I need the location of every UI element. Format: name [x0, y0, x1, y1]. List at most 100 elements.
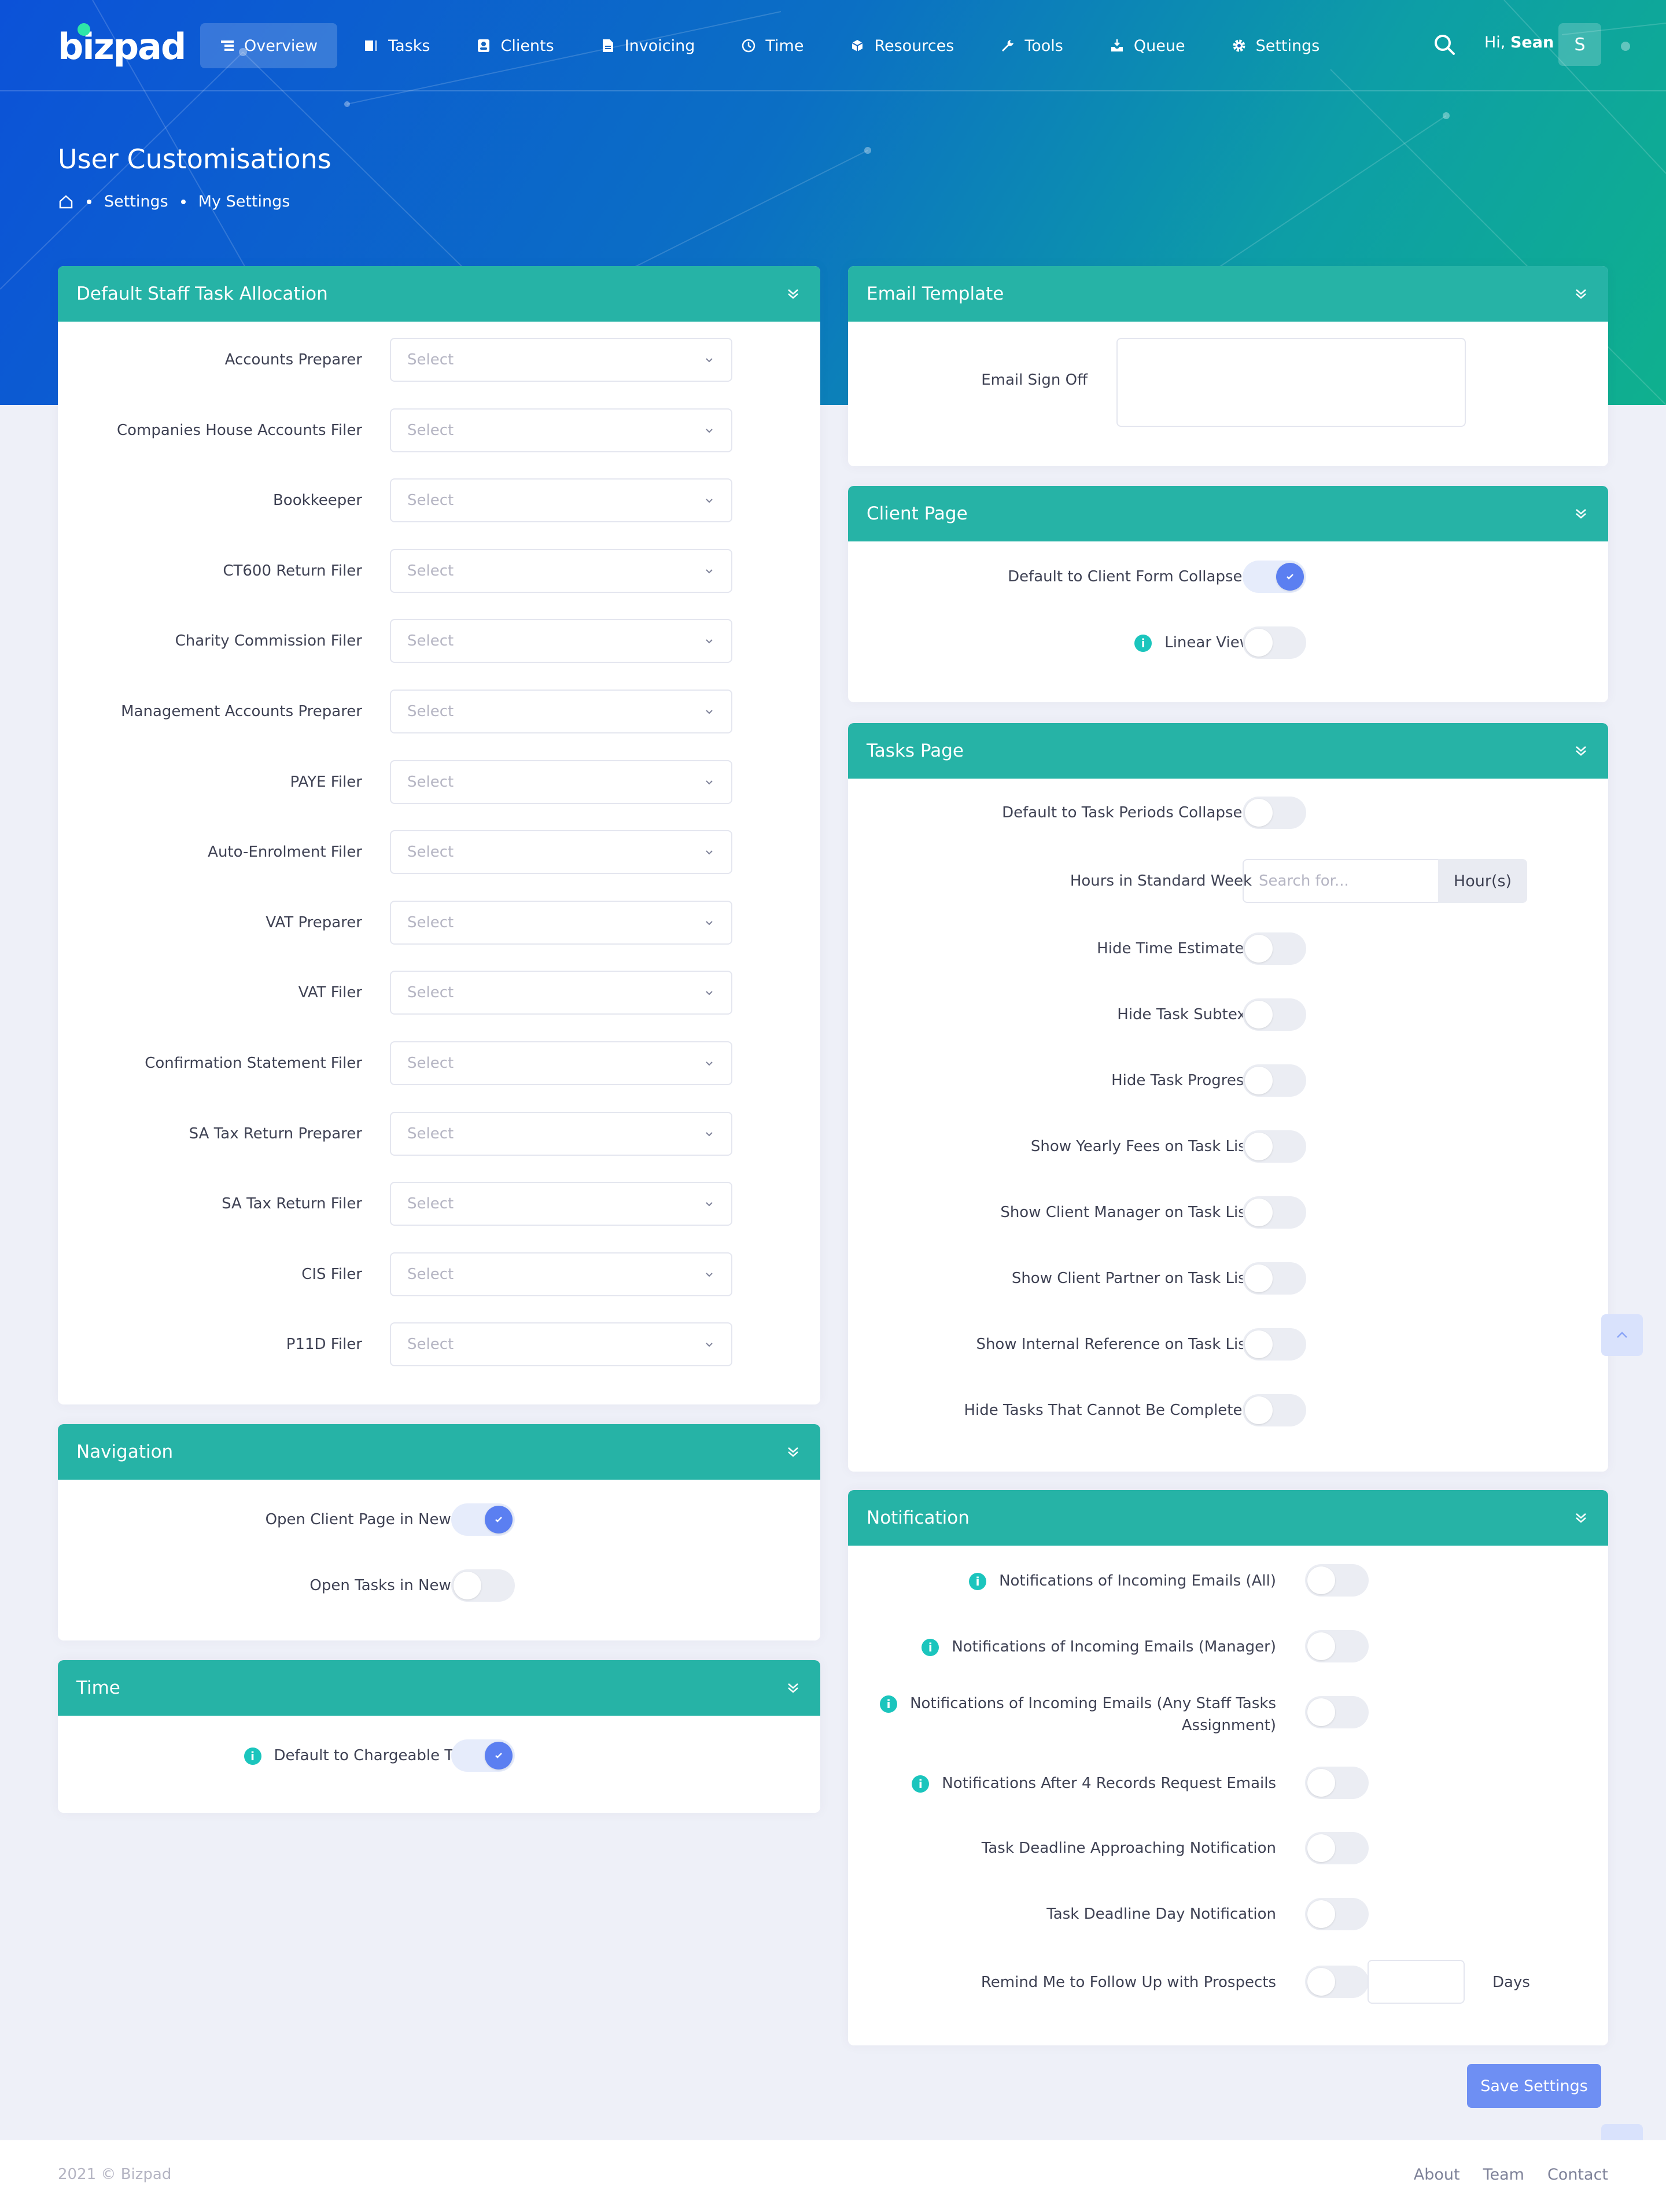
info-icon[interactable]: i — [1134, 634, 1152, 652]
chevron-double-down-icon[interactable] — [784, 1679, 802, 1697]
allocation-select[interactable]: Select — [390, 1182, 732, 1226]
breadcrumb-my-settings[interactable]: My Settings — [198, 193, 290, 211]
hours-week-label: Hours in Standard Week — [1070, 872, 1252, 890]
notif-all-toggle[interactable] — [1305, 1564, 1369, 1597]
select-placeholder: Select — [407, 1125, 454, 1142]
chevron-double-down-icon[interactable] — [1572, 505, 1590, 522]
allocation-select[interactable]: Select — [390, 900, 732, 945]
box-icon — [852, 40, 863, 51]
notif-manager-toggle[interactable] — [1305, 1630, 1369, 1662]
breadcrumb-separator — [87, 199, 91, 204]
info-icon[interactable]: i — [912, 1775, 930, 1793]
notification-card: Notification i Notifications of Incoming … — [848, 1490, 1608, 2045]
nav-item-clients[interactable]: Clients — [456, 23, 573, 68]
bizpad-logo[interactable]: bizpad — [58, 23, 186, 69]
chevron-double-down-icon[interactable] — [1572, 1509, 1590, 1527]
notif-records-toggle[interactable] — [1305, 1767, 1369, 1799]
staff-allocation-header[interactable]: Default Staff Task Allocation — [58, 266, 820, 322]
scroll-up-button[interactable] — [1601, 1314, 1643, 1356]
nav-item-invoicing[interactable]: Invoicing — [581, 23, 715, 68]
chevron-double-down-icon[interactable] — [1572, 742, 1590, 760]
allocation-select[interactable]: Select — [390, 619, 732, 663]
time-card: Time i Default to Chargeable Time — [58, 1660, 820, 1813]
deadline-approaching-toggle[interactable] — [1305, 1832, 1369, 1864]
nav-item-tools[interactable]: Tools — [981, 23, 1083, 68]
nav-item-time[interactable]: Time — [721, 23, 823, 68]
allocation-select[interactable]: Select — [390, 1322, 732, 1367]
task-option-toggle[interactable] — [1243, 1130, 1306, 1163]
allocation-select[interactable]: Select — [390, 760, 732, 804]
footer-link-team[interactable]: Team — [1483, 2166, 1524, 2184]
main-menu: Overview Tasks Clients Invoicing Time Re… — [200, 23, 1339, 68]
chevron-down-icon — [706, 780, 713, 785]
task-option-toggle[interactable] — [1243, 1328, 1306, 1361]
allocation-select[interactable]: Select — [390, 971, 732, 1015]
task-option-toggle[interactable] — [1243, 1196, 1306, 1229]
search-icon[interactable] — [1432, 32, 1457, 57]
notif-staff-toggle[interactable] — [1305, 1696, 1369, 1728]
save-settings-button[interactable]: Save Settings — [1467, 2064, 1601, 2108]
nav-item-overview[interactable]: Overview — [200, 23, 338, 68]
chargeable-toggle[interactable] — [451, 1739, 515, 1772]
chevron-down-icon — [706, 850, 713, 855]
open-tasks-toggle[interactable] — [451, 1569, 515, 1602]
email-sign-off-textarea[interactable] — [1116, 338, 1466, 427]
open-client-toggle[interactable] — [451, 1503, 515, 1536]
info-icon[interactable]: i — [244, 1747, 261, 1765]
deadline-day-toggle[interactable] — [1305, 1898, 1369, 1930]
nav-item-resources[interactable]: Resources — [830, 23, 974, 68]
allocation-field-label: Bookkeeper — [272, 492, 362, 510]
task-option-toggle[interactable] — [1243, 998, 1306, 1031]
task-option-toggle[interactable] — [1243, 1394, 1306, 1426]
allocation-select[interactable]: Select — [390, 548, 732, 593]
info-icon[interactable]: i — [922, 1638, 939, 1656]
chevron-double-down-icon[interactable] — [784, 1443, 802, 1461]
logo-dot-icon — [78, 23, 90, 36]
info-icon[interactable]: i — [969, 1572, 987, 1590]
select-placeholder: Select — [407, 913, 454, 931]
nav-item-label: Invoicing — [624, 36, 695, 55]
allocation-select[interactable]: Select — [390, 408, 732, 452]
task-option-toggle[interactable] — [1243, 1262, 1306, 1295]
task-option-toggle[interactable] — [1243, 932, 1306, 965]
email-template-header[interactable]: Email Template — [848, 266, 1608, 322]
toggle-knob — [485, 1742, 513, 1769]
follow-up-days-input[interactable] — [1368, 1960, 1465, 2004]
nav-item-tasks[interactable]: Tasks — [344, 23, 449, 68]
time-header[interactable]: Time — [58, 1660, 820, 1716]
allocation-select[interactable]: Select — [390, 1252, 732, 1296]
task-periods-toggle[interactable] — [1243, 797, 1306, 829]
info-icon[interactable]: i — [880, 1695, 898, 1713]
allocation-select[interactable]: Select — [390, 1041, 732, 1085]
nav-item-settings[interactable]: Settings — [1212, 23, 1340, 68]
task-periods-label: Default to Task Periods Collapsed — [1002, 804, 1252, 821]
avatar[interactable]: S — [1558, 23, 1601, 66]
navigation-header[interactable]: Navigation — [58, 1424, 820, 1480]
footer-link-contact[interactable]: Contact — [1547, 2166, 1608, 2184]
task-option-toggle[interactable] — [1243, 1064, 1306, 1097]
linear-view-toggle[interactable] — [1243, 626, 1306, 659]
select-placeholder: Select — [407, 562, 454, 580]
select-placeholder: Select — [407, 1265, 454, 1283]
allocation-select[interactable]: Select — [390, 830, 732, 875]
notification-header[interactable]: Notification — [848, 1490, 1608, 1546]
footer-link-about[interactable]: About — [1414, 2166, 1460, 2184]
client-page-header[interactable]: Client Page — [848, 486, 1608, 541]
hours-week-input[interactable]: Search for... — [1243, 859, 1439, 903]
nav-item-queue[interactable]: Queue — [1090, 23, 1205, 68]
tasks-page-header[interactable]: Tasks Page — [848, 723, 1608, 779]
toggle-knob — [1307, 1834, 1335, 1862]
breadcrumb-settings[interactable]: Settings — [104, 193, 168, 211]
toggle-knob — [1245, 1001, 1273, 1028]
card-title: Email Template — [867, 283, 1004, 304]
follow-up-toggle[interactable] — [1305, 1966, 1369, 1998]
allocation-select[interactable]: Select — [390, 690, 732, 733]
allocation-select[interactable]: Select — [390, 478, 732, 523]
user-greeting[interactable]: Hi, Sean — [1484, 34, 1554, 51]
home-icon[interactable] — [58, 194, 74, 210]
client-collapsed-toggle[interactable] — [1243, 561, 1306, 593]
allocation-select[interactable]: Select — [390, 338, 732, 382]
chevron-double-down-icon[interactable] — [1572, 285, 1590, 303]
allocation-select[interactable]: Select — [390, 1111, 732, 1156]
chevron-double-down-icon[interactable] — [784, 285, 802, 303]
